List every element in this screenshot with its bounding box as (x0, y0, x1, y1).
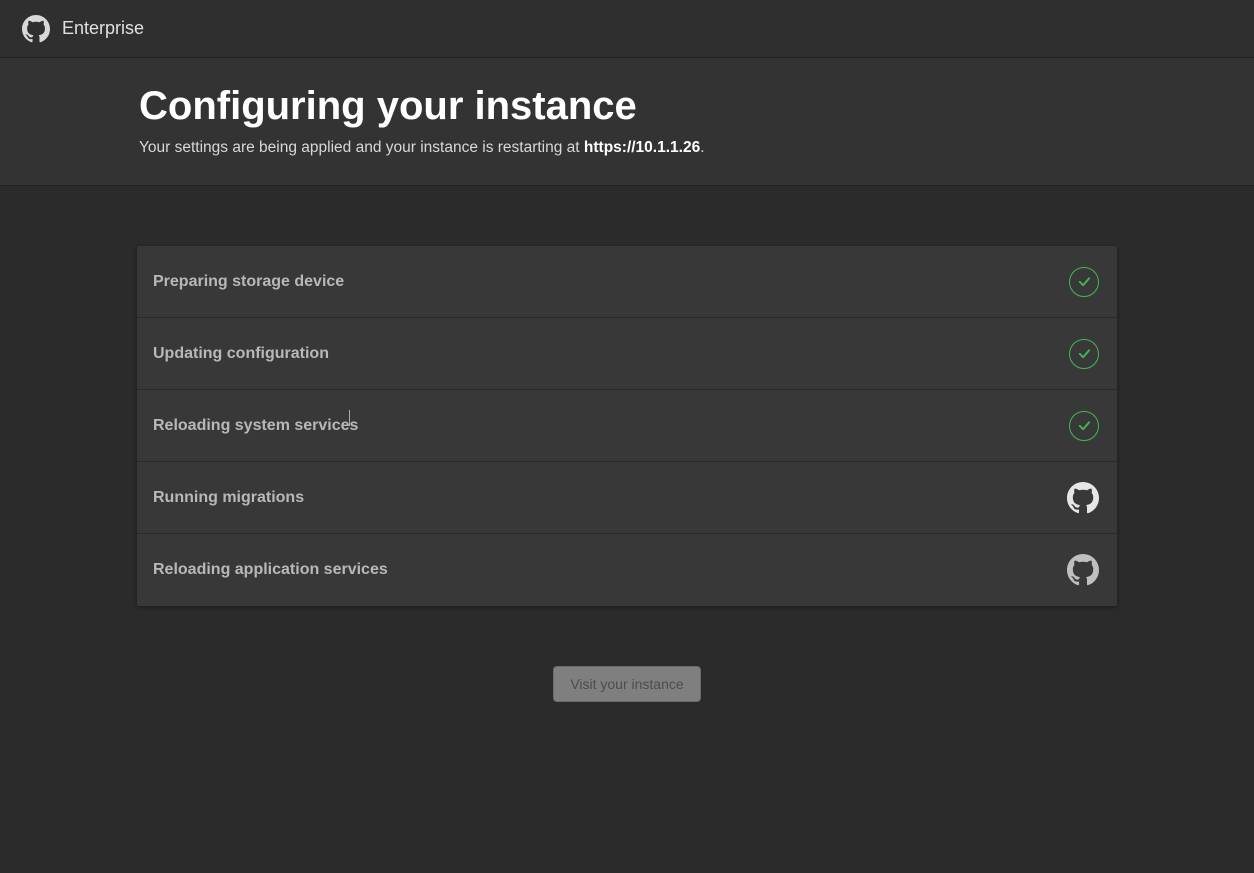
brand-text: Enterprise (62, 18, 144, 39)
checkmark-icon (1069, 411, 1099, 441)
brand[interactable]: Enterprise (22, 15, 144, 43)
checkmark-icon (1069, 339, 1099, 369)
step-updating-configuration: Updating configuration (137, 318, 1117, 390)
step-reloading-system-services: Reloading system services (137, 390, 1117, 462)
spinner-icon (1067, 482, 1099, 514)
checkmark-icon (1069, 267, 1099, 297)
page-subtitle: Your settings are being applied and your… (139, 139, 1115, 157)
step-label: Updating configuration (153, 345, 329, 363)
step-label: Running migrations (153, 489, 304, 507)
step-reloading-application-services: Reloading application services (137, 534, 1117, 606)
text-cursor-icon (349, 410, 350, 426)
top-header: Enterprise (0, 0, 1254, 58)
visit-instance-button[interactable]: Visit your instance (553, 666, 700, 702)
steps-list: Preparing storage device Updating config… (137, 246, 1117, 606)
subtitle-suffix: . (700, 139, 704, 156)
main-content: Preparing storage device Updating config… (0, 186, 1254, 702)
pending-icon (1067, 554, 1099, 586)
button-row: Visit your instance (0, 666, 1254, 702)
step-label: Reloading application services (153, 561, 388, 579)
github-logo-icon (22, 15, 50, 43)
step-preparing-storage: Preparing storage device (137, 246, 1117, 318)
step-label: Reloading system services (153, 417, 358, 435)
title-section: Configuring your instance Your settings … (0, 58, 1254, 186)
page-title: Configuring your instance (139, 84, 1115, 129)
step-label: Preparing storage device (153, 273, 344, 291)
step-running-migrations: Running migrations (137, 462, 1117, 534)
instance-url: https://10.1.1.26 (584, 139, 700, 156)
subtitle-prefix: Your settings are being applied and your… (139, 139, 584, 156)
